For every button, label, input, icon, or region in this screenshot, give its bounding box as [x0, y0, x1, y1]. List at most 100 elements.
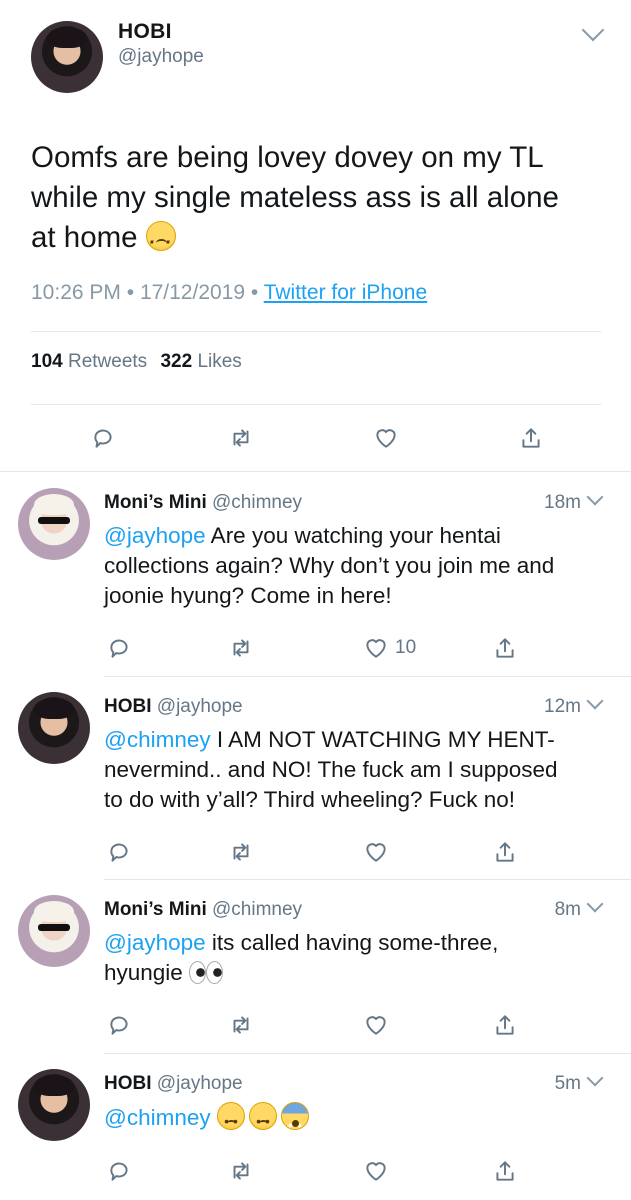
share-icon — [496, 1015, 514, 1035]
divider — [31, 331, 601, 332]
share-button[interactable] — [516, 423, 546, 453]
chevron-down-icon[interactable] — [586, 488, 604, 506]
tweet-date: 17/12/2019 — [139, 281, 246, 304]
share-icon — [522, 428, 540, 448]
heart-icon — [376, 429, 396, 448]
tweet-source-link[interactable]: Twitter for iPhone — [264, 281, 427, 304]
mention-link[interactable]: @jayhope — [104, 930, 206, 955]
avatar[interactable] — [18, 1069, 90, 1141]
retweet-button[interactable] — [226, 1156, 256, 1186]
author-name[interactable]: HOBI — [104, 1073, 152, 1094]
reply-text-part: I AM NOT WATCHING MY HENT- — [210, 727, 555, 752]
likes-stat[interactable]: 322 Likes — [160, 351, 241, 372]
author-handle[interactable]: @chimney — [212, 492, 302, 513]
reply-time: 8m — [554, 899, 581, 920]
mention-link[interactable]: @chimney — [104, 1105, 211, 1130]
like-button[interactable] — [361, 1010, 391, 1040]
reply-icon — [94, 429, 112, 448]
meta-separator: • — [250, 281, 259, 304]
reply-action-bar — [0, 1010, 631, 1040]
reply-text-line: @chimney I AM NOT WATCHING MY HENT- — [104, 725, 614, 755]
retweets-stat[interactable]: 104 Retweets — [31, 351, 147, 372]
chevron-down-icon[interactable] — [586, 692, 604, 710]
reply-button[interactable] — [104, 633, 134, 663]
retweet-button[interactable] — [226, 1010, 256, 1040]
divider — [31, 404, 601, 405]
reply-text-line: hyungie — [104, 958, 614, 988]
reply-header: Moni’s Mini @chimney — [104, 492, 302, 514]
author-handle[interactable]: @chimney — [212, 899, 302, 920]
reply-tweet[interactable]: HOBI @jayhope 12m @chimney I AM NOT WATC… — [0, 677, 631, 879]
reply-text-line: joonie hyung? Come in here! — [104, 583, 392, 608]
reply-header: HOBI @jayhope — [104, 1073, 243, 1095]
reply-action-bar — [0, 837, 631, 867]
like-button[interactable] — [371, 423, 401, 453]
heart-icon — [366, 843, 386, 862]
tweet-text-line-part: at home — [31, 221, 146, 254]
share-icon — [496, 1161, 514, 1181]
reply-text: @jayhope Are you watching your hentai co… — [104, 521, 614, 611]
reply-button[interactable] — [88, 423, 118, 453]
tweet-stats: 104 Retweets 322 Likes — [31, 351, 242, 373]
reply-text-part: Are you watching your hentai — [205, 523, 501, 548]
reply-time: 18m — [544, 492, 581, 513]
reply-header: Moni’s Mini @chimney — [104, 899, 302, 921]
hushed-face-icon — [248, 1102, 277, 1136]
reply-text-line: collections again? Why don’t you join me… — [104, 553, 555, 578]
share-button[interactable] — [490, 1010, 520, 1040]
author-name[interactable]: Moni’s Mini — [104, 492, 207, 513]
retweet-button[interactable] — [226, 837, 256, 867]
reply-text: @chimney — [104, 1102, 614, 1140]
avatar[interactable] — [31, 21, 103, 93]
reply-tweet[interactable]: Moni’s Mini @chimney 18m @jayhope Are yo… — [0, 473, 631, 676]
reply-text-line: @jayhope Are you watching your hentai — [104, 521, 614, 551]
author-handle[interactable]: @jayhope — [118, 46, 204, 68]
mention-link[interactable]: @jayhope — [104, 523, 206, 548]
chevron-down-icon[interactable] — [586, 895, 604, 913]
avatar[interactable] — [18, 895, 90, 967]
author-name[interactable]: Moni’s Mini — [104, 899, 207, 920]
mention-link[interactable]: @chimney — [104, 727, 211, 752]
worried-face-icon — [216, 1102, 245, 1136]
tweet-meta: 10:26 PM • 17/12/2019 • Twitter for iPho… — [31, 281, 427, 305]
reply-icon — [110, 843, 128, 862]
heart-icon — [366, 639, 386, 658]
reply-button[interactable] — [104, 1156, 134, 1186]
chevron-down-icon[interactable] — [586, 1069, 604, 1087]
reply-button[interactable] — [104, 1010, 134, 1040]
author-name[interactable]: HOBI — [104, 696, 152, 717]
like-button[interactable] — [361, 1156, 391, 1186]
retweet-icon — [233, 1016, 249, 1034]
share-button[interactable] — [490, 633, 520, 663]
share-button[interactable] — [490, 837, 520, 867]
author-name[interactable]: HOBI — [118, 20, 172, 44]
reply-header: HOBI @jayhope — [104, 696, 243, 718]
tweet-text-line: at home — [31, 218, 611, 263]
reply-action-bar: 10 — [0, 633, 631, 663]
retweets-count: 104 — [31, 351, 63, 372]
reply-tweet[interactable]: Moni’s Mini @chimney 8m @jayhope its cal… — [0, 880, 631, 1053]
avatar[interactable] — [18, 692, 90, 764]
tweet-text-line: while my single mateless ass is all alon… — [31, 181, 559, 214]
fearful-face-icon — [280, 1102, 309, 1140]
avatar[interactable] — [18, 488, 90, 560]
reply-icon — [110, 1016, 128, 1035]
reply-tweet[interactable]: HOBI @jayhope 5m @chimney — [0, 1054, 631, 1200]
retweet-button[interactable] — [226, 633, 256, 663]
reply-button[interactable] — [104, 837, 134, 867]
eyes-icon — [189, 961, 224, 984]
like-button[interactable]: 10 — [361, 633, 416, 663]
reply-time: 12m — [544, 696, 581, 717]
retweet-icon — [233, 1162, 249, 1180]
reply-text: @chimney I AM NOT WATCHING MY HENT- neve… — [104, 725, 614, 815]
author-handle[interactable]: @jayhope — [157, 696, 243, 717]
retweet-button[interactable] — [226, 423, 256, 453]
chevron-down-icon[interactable] — [581, 18, 605, 42]
author-handle[interactable]: @jayhope — [157, 1073, 243, 1094]
reply-time: 5m — [554, 1073, 581, 1094]
reply-text-part: hyungie — [104, 960, 190, 985]
reply-text-part: its called having some-three, — [205, 930, 499, 955]
share-button[interactable] — [490, 1156, 520, 1186]
main-tweet: HOBI @jayhope Oomfs are being lovey dove… — [0, 0, 631, 472]
like-button[interactable] — [361, 837, 391, 867]
